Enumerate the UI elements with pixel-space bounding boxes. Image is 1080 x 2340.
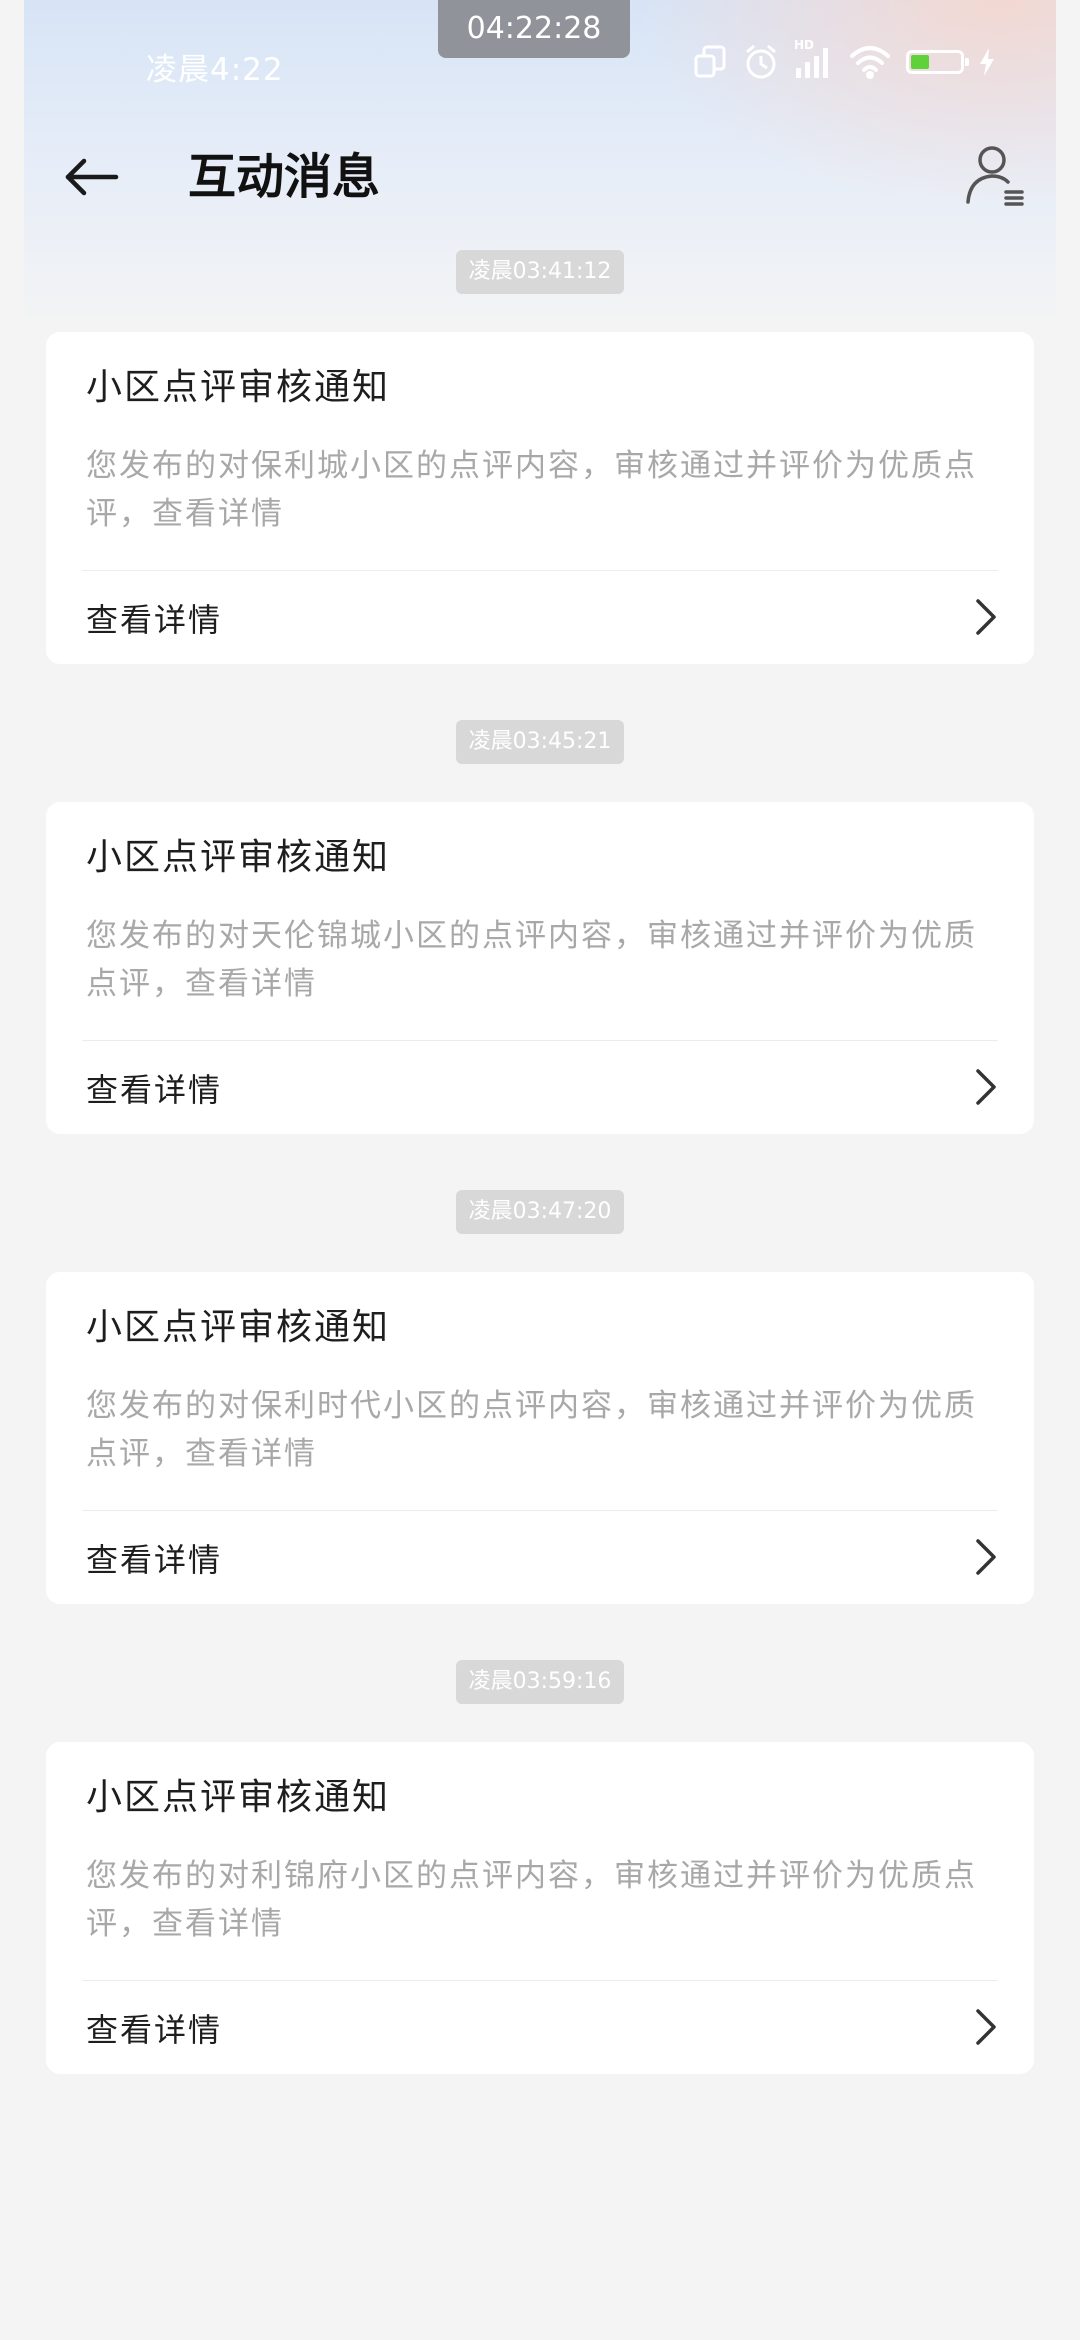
message-timestamp: 凌晨03:45:21 — [456, 720, 624, 764]
message-card[interactable]: 小区点评审核通知 您发布的对保利时代小区的点评内容，审核通过并评价为优质点评，查… — [46, 1272, 1034, 1604]
chevron-right-icon — [976, 599, 996, 635]
view-details-link[interactable]: 查看详情 — [46, 571, 1034, 664]
message-title: 小区点评审核通知 — [86, 1777, 391, 1818]
chevron-right-icon — [976, 1539, 996, 1575]
status-icons: HD — [692, 38, 996, 82]
user-menu-button[interactable] — [962, 140, 1032, 210]
view-details-label: 查看详情 — [86, 601, 223, 639]
clock-overlay: 04:22:28 — [438, 0, 630, 58]
message-title: 小区点评审核通知 — [86, 367, 391, 408]
message-feed: 凌晨03:41:12 小区点评审核通知 您发布的对保利城小区的点评内容，审核通过… — [0, 248, 1080, 2128]
message-item: 凌晨03:47:20 小区点评审核通知 您发布的对保利时代小区的点评内容，审核通… — [0, 1188, 1080, 1658]
view-details-link[interactable]: 查看详情 — [46, 1041, 1034, 1134]
battery-icon — [906, 50, 969, 74]
message-item: 凌晨03:45:21 小区点评审核通知 您发布的对天伦锦城小区的点评内容，审核通… — [0, 718, 1080, 1188]
view-details-label: 查看详情 — [86, 1071, 223, 1109]
message-card[interactable]: 小区点评审核通知 您发布的对保利城小区的点评内容，审核通过并评价为优质点评，查看… — [46, 332, 1034, 664]
message-body: 您发布的对保利城小区的点评内容，审核通过并评价为优质点评，查看详情 — [86, 448, 977, 532]
view-details-link[interactable]: 查看详情 — [46, 1981, 1034, 2074]
status-bar: 凌晨4:22 04:22:28 HD — [24, 0, 1056, 110]
view-details-label: 查看详情 — [86, 2011, 223, 2049]
message-title: 小区点评审核通知 — [86, 1307, 391, 1348]
alarm-icon — [742, 43, 780, 81]
charging-icon — [978, 47, 996, 77]
message-card[interactable]: 小区点评审核通知 您发布的对利锦府小区的点评内容，审核通过并评价为优质点评，查看… — [46, 1742, 1034, 2074]
message-timestamp: 凌晨03:41:12 — [456, 250, 624, 294]
message-body: 您发布的对利锦府小区的点评内容，审核通过并评价为优质点评，查看详情 — [86, 1858, 977, 1942]
user-list-icon — [966, 146, 1024, 206]
wifi-icon — [848, 44, 892, 80]
view-details-link[interactable]: 查看详情 — [46, 1511, 1034, 1604]
message-body: 您发布的对保利时代小区的点评内容，审核通过并评价为优质点评，查看详情 — [86, 1388, 977, 1472]
network-badge: HD — [794, 38, 815, 52]
battery-level — [911, 55, 929, 69]
app-header: 互动消息 — [24, 120, 1056, 230]
message-timestamp: 凌晨03:47:20 — [456, 1190, 624, 1234]
view-details-label: 查看详情 — [86, 1541, 223, 1579]
message-body: 您发布的对天伦锦城小区的点评内容，审核通过并评价为优质点评，查看详情 — [86, 918, 977, 1002]
screen-mirror-icon — [692, 44, 728, 80]
signal-icon: HD — [794, 38, 834, 80]
chevron-right-icon — [976, 1069, 996, 1105]
arrow-left-icon — [65, 158, 119, 196]
back-button[interactable] — [58, 144, 124, 210]
message-item: 凌晨03:59:16 小区点评审核通知 您发布的对利锦府小区的点评内容，审核通过… — [0, 1658, 1080, 2128]
message-timestamp: 凌晨03:59:16 — [456, 1660, 624, 1704]
chevron-right-icon — [976, 2009, 996, 2045]
page-title: 互动消息 — [188, 149, 381, 205]
status-time: 凌晨4:22 — [146, 52, 284, 88]
message-card[interactable]: 小区点评审核通知 您发布的对天伦锦城小区的点评内容，审核通过并评价为优质点评，查… — [46, 802, 1034, 1134]
message-title: 小区点评审核通知 — [86, 837, 391, 878]
message-item: 凌晨03:41:12 小区点评审核通知 您发布的对保利城小区的点评内容，审核通过… — [0, 248, 1080, 718]
